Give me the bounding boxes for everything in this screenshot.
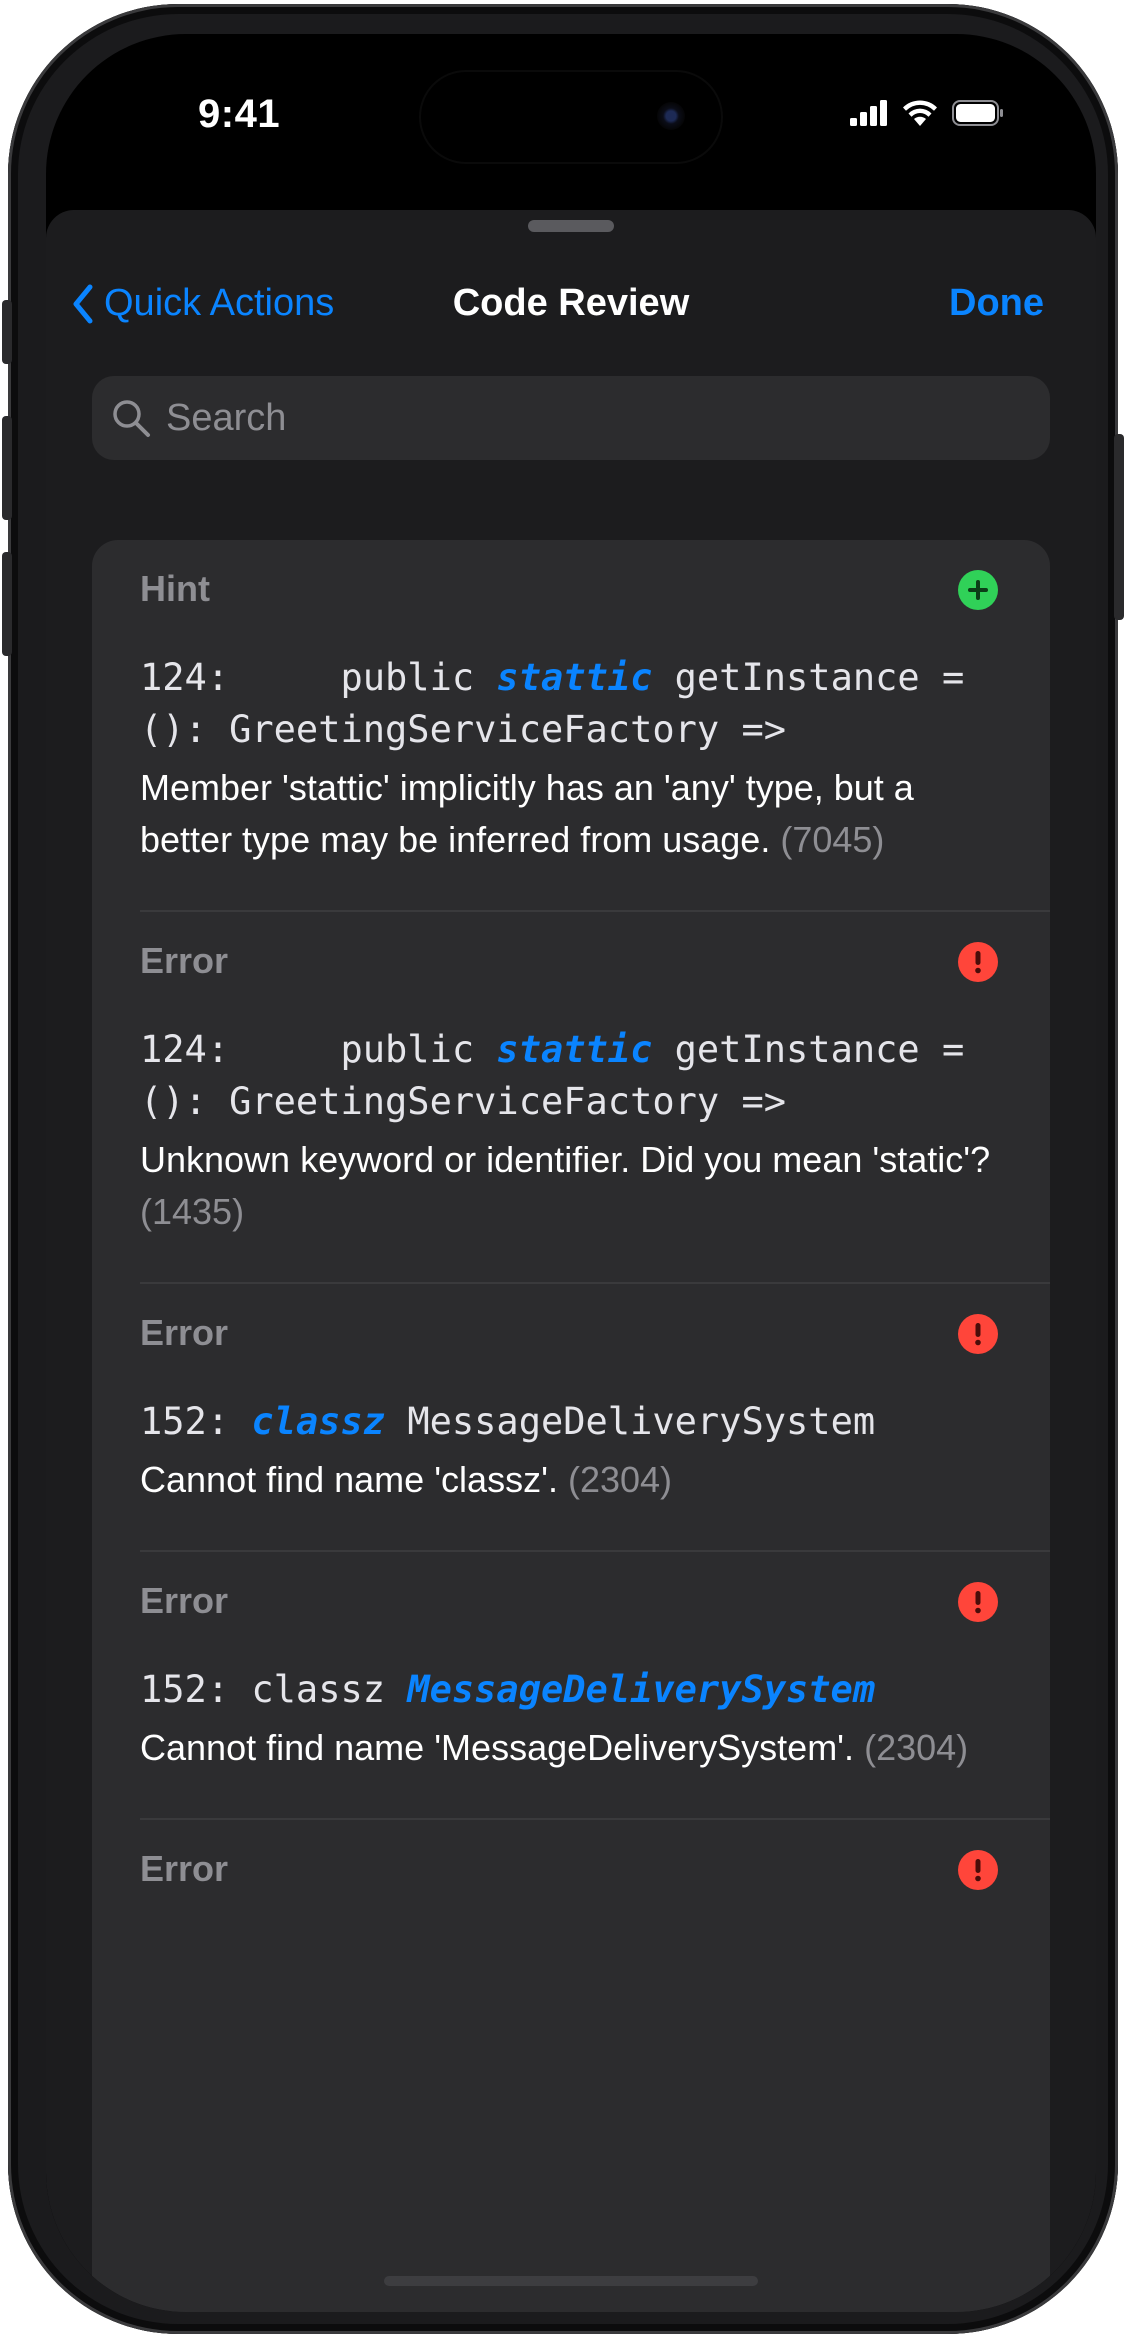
diagnostic-message: Member 'stattic' implicitly has an 'any'… bbox=[140, 762, 1002, 866]
list-item[interactable]: Error 152: classz MessageDeliverySystem … bbox=[92, 1552, 1050, 1820]
navigation-bar: Quick Actions Code Review Done bbox=[46, 210, 1096, 390]
message-text: Cannot find name 'classz'. bbox=[140, 1459, 558, 1500]
item-header: Error bbox=[92, 912, 1050, 1016]
diagnostic-code: (2304) bbox=[567, 1459, 673, 1500]
status-time: 9:41 bbox=[198, 92, 281, 136]
code-snippet: 152: classz MessageDeliverySystem bbox=[140, 1664, 1002, 1716]
code-text: 152: bbox=[140, 1400, 252, 1443]
code-snippet: 124: public stattic getInstance = (): Gr… bbox=[140, 1024, 1002, 1128]
search-icon bbox=[113, 400, 150, 437]
item-type-label: Error bbox=[140, 1848, 229, 1889]
code-snippet: 124: public stattic getInstance = (): Gr… bbox=[140, 652, 1002, 756]
list-item[interactable]: Error 124: public stattic getInstance = … bbox=[92, 912, 1050, 1284]
item-type-label: Error bbox=[140, 1580, 229, 1621]
diagnostic-message: Cannot find name 'classz'. (2304) bbox=[140, 1454, 1002, 1506]
list-item[interactable]: Error 152: classz MessageDeliverySystem … bbox=[92, 1284, 1050, 1552]
power-button bbox=[1114, 434, 1124, 620]
code-highlight: stattic bbox=[496, 1028, 653, 1071]
code-highlight: MessageDeliverySystem bbox=[407, 1668, 876, 1711]
diagnostic-message: Unknown keyword or identifier. Did you m… bbox=[140, 1134, 1002, 1238]
exclamation-circle-icon bbox=[958, 1582, 998, 1622]
code-text: 124: public bbox=[140, 656, 497, 699]
dynamic-island bbox=[421, 72, 721, 162]
list-item[interactable]: Hint 124: public stattic getInstance = (… bbox=[92, 540, 1050, 912]
camera-icon bbox=[657, 102, 685, 130]
code-highlight: classz bbox=[251, 1400, 386, 1443]
diagnostic-code: (1435) bbox=[140, 1191, 245, 1232]
code-text: 152: classz bbox=[140, 1668, 408, 1711]
diagnostic-message: Cannot find name 'MessageDeliverySystem'… bbox=[140, 1722, 1002, 1774]
code-text: 124: public bbox=[140, 1028, 497, 1071]
status-bar: 9:41 bbox=[46, 34, 1096, 204]
page-title: Code Review bbox=[452, 282, 690, 324]
plus-circle-icon bbox=[958, 570, 998, 610]
message-text: Cannot find name 'MessageDeliverySystem'… bbox=[140, 1727, 855, 1768]
exclamation-circle-icon bbox=[958, 1850, 998, 1890]
search-input[interactable] bbox=[164, 387, 1050, 449]
phone-frame: 9:41 Quick Actions Code Review Done Sear… bbox=[2, 4, 1124, 2334]
item-header: Error bbox=[92, 1820, 1050, 1924]
diagnostic-code: (7045) bbox=[780, 819, 885, 860]
search-bar bbox=[92, 376, 1050, 460]
code-highlight: stattic bbox=[496, 656, 653, 699]
home-indicator[interactable] bbox=[384, 2276, 758, 2286]
item-header: Error bbox=[92, 1284, 1050, 1388]
wifi-icon bbox=[903, 100, 937, 126]
code-text: MessageDeliverySystem bbox=[385, 1400, 876, 1443]
battery-icon bbox=[952, 100, 1003, 126]
exclamation-circle-icon bbox=[958, 1314, 998, 1354]
item-type-label: Error bbox=[140, 940, 229, 981]
status-icons bbox=[850, 100, 1004, 126]
exclamation-circle-icon bbox=[958, 942, 998, 982]
done-button[interactable]: Done bbox=[949, 282, 1044, 325]
volume-down-button bbox=[2, 552, 12, 656]
item-type-label: Error bbox=[140, 1312, 229, 1353]
diagnostic-code: (2304) bbox=[864, 1727, 969, 1768]
screen: 9:41 Quick Actions Code Review Done Sear… bbox=[46, 34, 1096, 2312]
list-item[interactable]: Error bbox=[92, 1820, 1050, 1924]
code-review-sheet: Quick Actions Code Review Done Hint bbox=[46, 210, 1096, 2312]
action-button bbox=[2, 300, 12, 364]
volume-up-button bbox=[2, 416, 12, 520]
review-list: Hint 124: public stattic getInstance = (… bbox=[92, 540, 1050, 2312]
code-snippet: 152: classz MessageDeliverySystem bbox=[140, 1396, 1002, 1448]
item-header: Error bbox=[92, 1552, 1050, 1656]
item-header: Hint bbox=[92, 540, 1050, 644]
message-text: Unknown keyword or identifier. Did you m… bbox=[140, 1139, 991, 1180]
cellular-signal-icon bbox=[850, 100, 887, 126]
item-type-label: Hint bbox=[140, 568, 210, 609]
